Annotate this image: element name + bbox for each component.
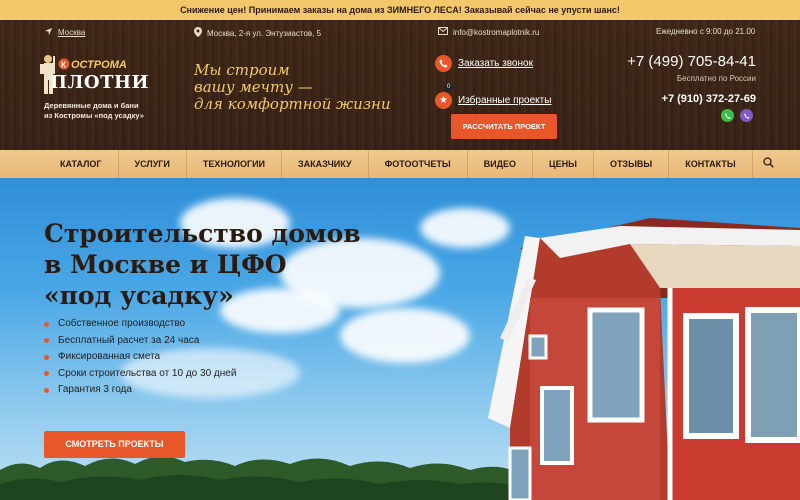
bullet-icon	[44, 354, 49, 360]
second-phone[interactable]: +7 (910) 372-27-69	[662, 93, 756, 105]
working-hours: Ежедневно с 9:00 до 21.00	[656, 27, 756, 36]
list-item: Фиксированная смета	[44, 349, 236, 366]
list-item: Гарантия 3 года	[44, 382, 236, 399]
main-nav: КАТАЛОГ УСЛУГИ ТЕХНОЛОГИИ ЗАКАЗЧИКУ ФОТО…	[0, 150, 800, 178]
list-item: Собственное производство	[44, 316, 236, 333]
star-icon: ★ 0	[435, 83, 454, 109]
whatsapp-icon[interactable]	[721, 109, 734, 122]
main-phone[interactable]: +7 (499) 705-84-41	[627, 53, 756, 70]
bullet-icon	[44, 321, 49, 327]
map-pin-icon	[194, 27, 202, 39]
svg-text:К: К	[61, 61, 66, 70]
svg-text:ПЛОТНИК: ПЛОТНИК	[50, 72, 150, 93]
city-selector[interactable]: Москва	[44, 27, 85, 38]
nav-item-video[interactable]: ВИДЕО	[468, 150, 534, 178]
address-text: Москва, 2-я ул. Энтузиастов, 5	[207, 28, 322, 38]
favorites-label[interactable]: Избранные проекты	[458, 95, 551, 106]
calculate-project-button[interactable]: РАССЧИТАТЬ ПРОЕКТ	[451, 114, 557, 139]
feature-list: Собственное производство Бесплатный расч…	[44, 316, 236, 399]
callback-link[interactable]: Заказать звонок	[435, 55, 533, 72]
nav-item-prices[interactable]: ЦЕНЫ	[533, 150, 594, 178]
favorites-link[interactable]: ★ 0 Избранные проекты	[435, 83, 551, 109]
nav-item-customer[interactable]: ЗАКАЗЧИКУ	[282, 150, 369, 178]
search-icon	[763, 155, 774, 173]
view-projects-button[interactable]: СМОТРЕТЬ ПРОЕКТЫ	[44, 431, 185, 458]
email-text[interactable]: info@kostromaplotnik.ru	[453, 28, 539, 37]
nav-item-services[interactable]: УСЛУГИ	[119, 150, 187, 178]
phone-icon	[435, 55, 452, 72]
city-name[interactable]: Москва	[58, 28, 85, 37]
list-item: Сроки строительства от 10 до 30 дней	[44, 366, 236, 383]
phone-note: Бесплатно по России	[676, 74, 756, 83]
list-item: Бесплатный расчет за 24 часа	[44, 333, 236, 350]
email[interactable]: info@kostromaplotnik.ru	[438, 27, 539, 37]
tagline: Мы строим вашу мечту — для комфортной жи…	[194, 61, 391, 113]
mail-icon	[438, 27, 448, 37]
cloud-image	[340, 308, 470, 363]
hero-title: Строительство домов в Москве и ЦФО «под …	[44, 219, 361, 310]
svg-text:ОСТРОМА: ОСТРОМА	[71, 59, 127, 71]
nav-item-technologies[interactable]: ТЕХНОЛОГИИ	[187, 150, 283, 178]
bullet-icon	[44, 338, 49, 344]
promo-banner: Снижение цен! Принимаем заказы на дома и…	[0, 0, 800, 20]
hero-section: Строительство домов в Москве и ЦФО «под …	[0, 178, 800, 500]
logo-subtitle: Деревянные дома и бани из Костромы «под …	[44, 101, 144, 120]
viber-icon[interactable]	[740, 109, 753, 122]
bullet-icon	[44, 387, 49, 393]
location-arrow-icon	[44, 27, 53, 38]
nav-item-reviews[interactable]: ОТЗЫВЫ	[594, 150, 670, 178]
search-button[interactable]	[753, 150, 785, 178]
address: Москва, 2-я ул. Энтузиастов, 5	[194, 27, 321, 39]
callback-label[interactable]: Заказать звонок	[458, 58, 533, 69]
bullet-icon	[44, 371, 49, 377]
messengers	[721, 109, 753, 122]
site-header: Москва Москва, 2-я ул. Энтузиастов, 5 in…	[0, 20, 800, 150]
nav-item-contacts[interactable]: КОНТАКТЫ	[669, 150, 753, 178]
site-logo[interactable]: К ОСТРОМА ПЛОТНИК	[40, 52, 166, 102]
nav-item-photo-reports[interactable]: ФОТООТЧЕТЫ	[369, 150, 468, 178]
house-image	[488, 218, 800, 500]
nav-item-catalog[interactable]: КАТАЛОГ	[44, 150, 119, 178]
